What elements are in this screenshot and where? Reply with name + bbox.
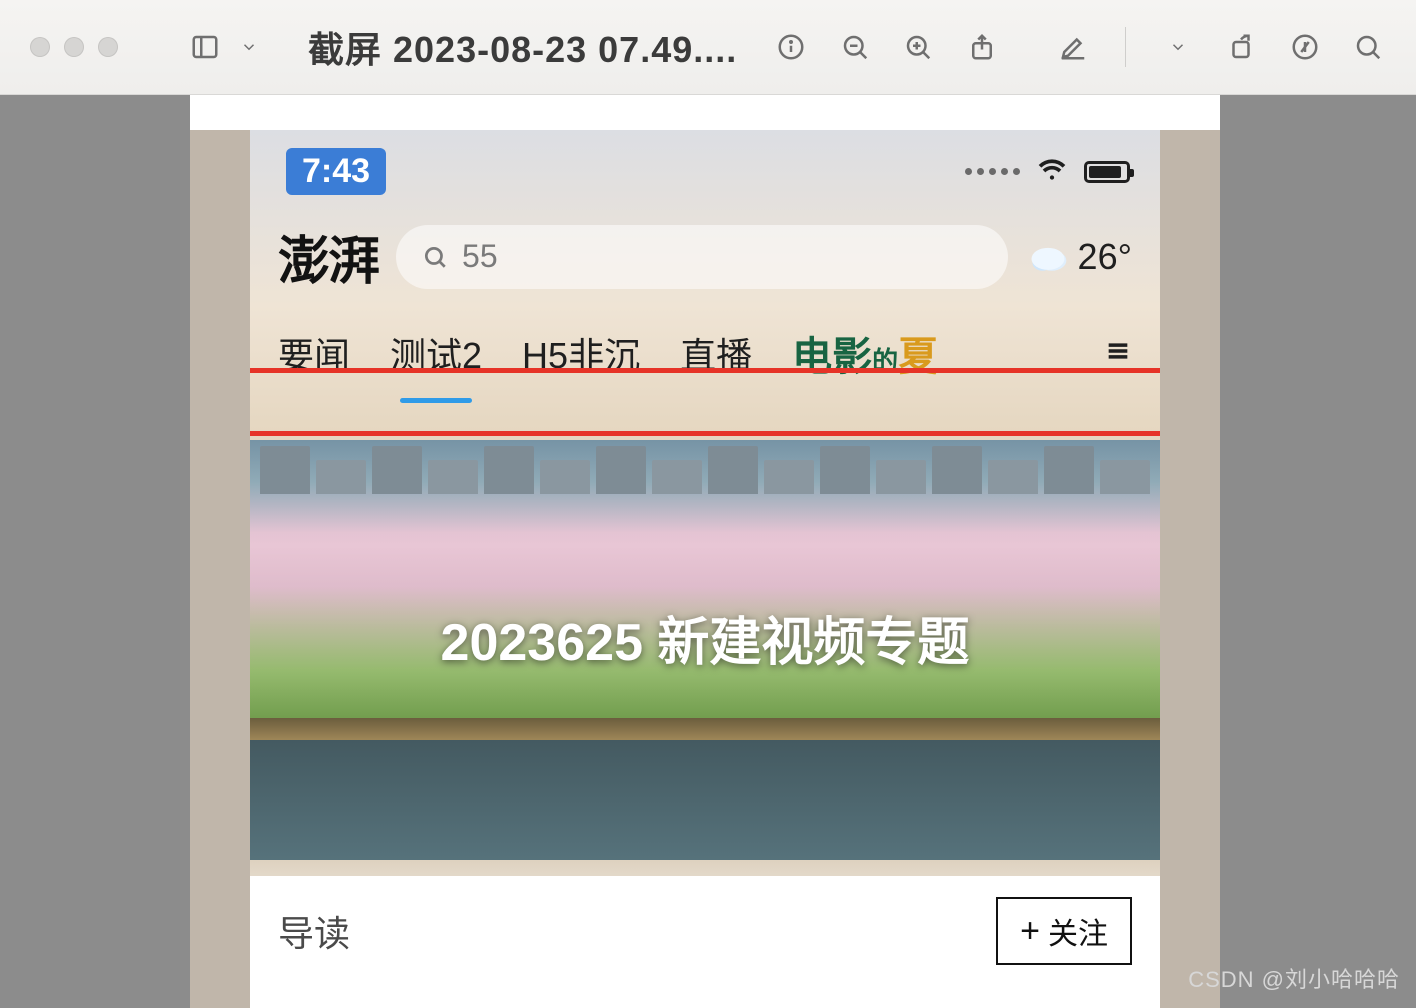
movie-tab-word2: 的	[872, 347, 898, 376]
plus-icon: +	[1020, 912, 1040, 951]
top-white-band	[190, 95, 1220, 130]
tab-h5[interactable]: H5非沉	[522, 327, 640, 379]
cellular-indicator-icon	[965, 168, 1020, 175]
markup-menu-chevron[interactable]	[1160, 28, 1196, 66]
zoom-in-button[interactable]	[900, 28, 936, 66]
status-bar: 7:43	[250, 130, 1160, 205]
app-header: 澎湃 55 26°	[250, 205, 1160, 302]
wifi-icon	[1036, 153, 1068, 190]
content-area: 7:43 澎湃 55	[0, 95, 1416, 1008]
battery-icon	[1084, 161, 1130, 183]
screenshot-canvas: 7:43 澎湃 55	[190, 95, 1220, 1008]
window-controls	[30, 37, 118, 57]
search-icon	[422, 244, 448, 270]
nav-tabs: 要闻 测试2 H5非沉 直播 电影的夏	[250, 302, 1160, 394]
share-button[interactable]	[964, 28, 1000, 66]
info-button[interactable]	[773, 28, 809, 66]
weather-widget[interactable]: 26°	[1026, 235, 1132, 279]
follow-button[interactable]: + 关注	[996, 897, 1132, 965]
section-guide-label: 导读	[278, 905, 350, 957]
tab-ceshi2[interactable]: 测试2	[390, 327, 482, 379]
sidebar-menu-chevron[interactable]	[230, 28, 268, 66]
toolbar-divider	[1125, 27, 1126, 67]
tab-yaowen[interactable]: 要闻	[278, 327, 350, 379]
hero-skyline	[250, 446, 1160, 506]
hero-river	[250, 740, 1160, 860]
rotate-button[interactable]	[1223, 28, 1259, 66]
zoom-out-button[interactable]	[837, 28, 873, 66]
mac-toolbar: 截屏 2023-08-23 07.49....	[0, 0, 1416, 95]
tab-zhibo[interactable]: 直播	[680, 327, 752, 379]
hero-title: 2023625 新建视频专题	[250, 600, 1160, 675]
movie-tab-word1: 电影	[792, 334, 872, 379]
tab-movie-summer[interactable]: 电影的夏	[792, 324, 938, 382]
minimize-window-button[interactable]	[64, 37, 84, 57]
watermark: CSDN @刘小哈哈哈	[1188, 962, 1400, 994]
search-button[interactable]	[1350, 28, 1386, 66]
search-input[interactable]: 55	[396, 225, 1008, 289]
follow-label: 关注	[1048, 909, 1108, 953]
window-title: 截屏 2023-08-23 07.49....	[308, 21, 737, 73]
status-time: 7:43	[286, 148, 386, 195]
hero-bank	[250, 718, 1160, 742]
fullscreen-window-button[interactable]	[98, 37, 118, 57]
cloud-icon	[1026, 235, 1070, 279]
hero-banner[interactable]: 2023625 新建视频专题	[250, 440, 1160, 860]
highlight-button[interactable]	[1287, 28, 1323, 66]
phone-screen: 7:43 澎湃 55	[250, 130, 1160, 1008]
sidebar-toggle-button[interactable]	[186, 28, 224, 66]
movie-tab-word3: 夏	[898, 334, 938, 379]
search-text: 55	[462, 238, 498, 275]
temperature: 26°	[1078, 236, 1132, 278]
app-logo[interactable]: 澎湃	[278, 219, 378, 294]
section-header: 导读 + 关注	[250, 876, 1160, 986]
markup-button[interactable]	[1055, 28, 1091, 66]
close-window-button[interactable]	[30, 37, 50, 57]
nav-menu-button[interactable]	[1104, 332, 1132, 374]
